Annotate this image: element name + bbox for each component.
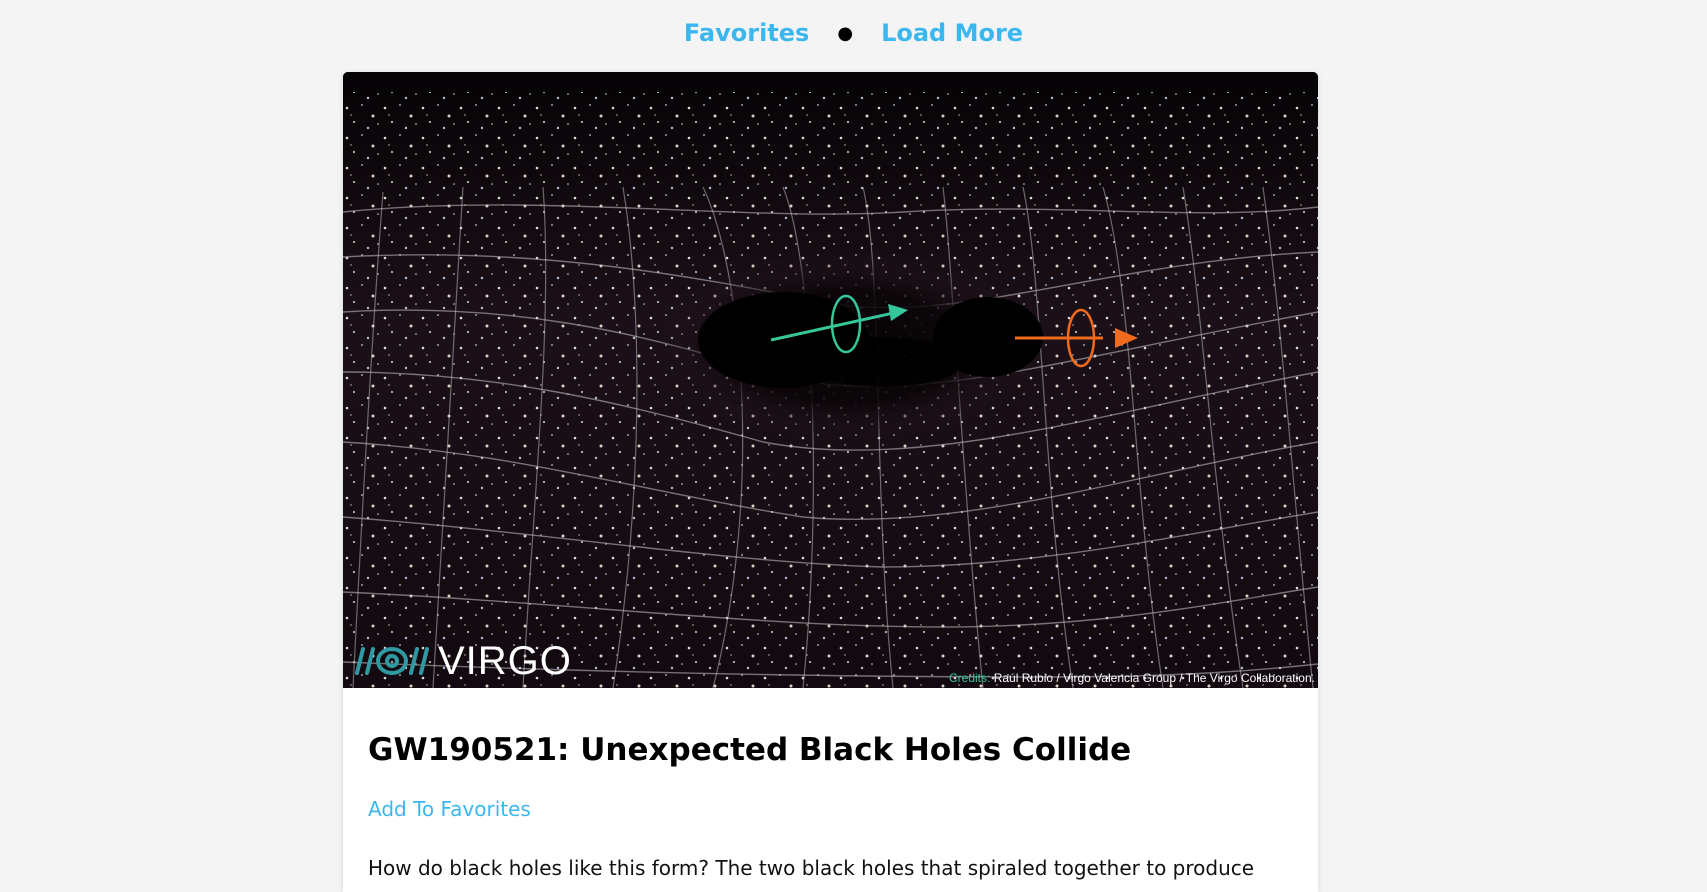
virgo-wave-icon (355, 647, 429, 675)
virgo-logo: VIRGO (349, 639, 572, 683)
credit-text: Raúl Rubio / Virgo Valencia Group / The … (993, 671, 1315, 685)
post-title: GW190521: Unexpected Black Holes Collide (368, 732, 1132, 768)
post-image: VIRGO Credits: Raúl Rubio / Virgo Valenc… (343, 72, 1318, 688)
nav-separator: ● (837, 22, 854, 44)
virgo-logo-text: VIRGO (438, 638, 572, 683)
load-more-link[interactable]: Load More (881, 19, 1023, 47)
post-card: VIRGO Credits: Raúl Rubio / Virgo Valenc… (343, 72, 1318, 892)
spacetime-illustration (343, 72, 1318, 688)
image-credit: Credits: Raúl Rubio / Virgo Valencia Gro… (949, 671, 1315, 685)
credit-label: Credits: (949, 671, 991, 685)
favorites-link[interactable]: Favorites (684, 19, 809, 47)
add-to-favorites-link[interactable]: Add To Favorites (368, 797, 531, 821)
post-description: How do black holes like this form? The t… (368, 856, 1255, 880)
top-nav: Favorites ● Load More (0, 0, 1707, 66)
